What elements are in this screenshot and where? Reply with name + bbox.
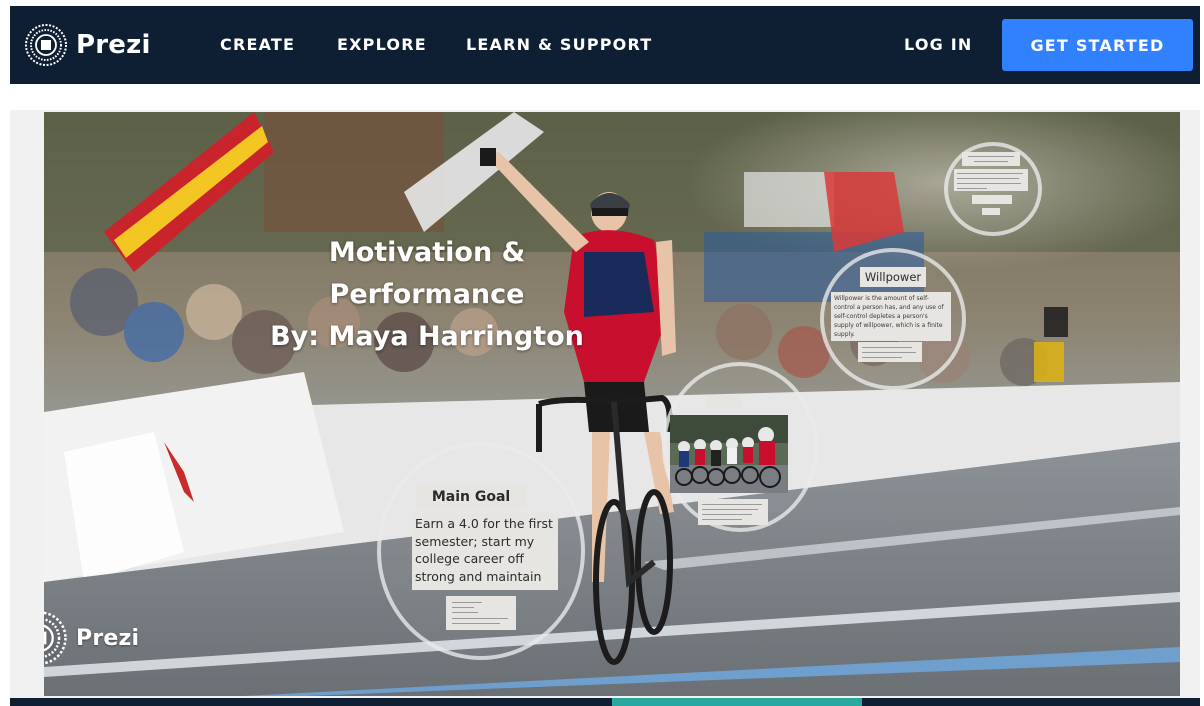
- title-line-1: Motivation &: [328, 237, 526, 268]
- prezi-logo[interactable]: Prezi: [24, 24, 151, 66]
- watermark-text: Prezi: [76, 625, 140, 651]
- cyclists-photo: [670, 415, 788, 493]
- nav-explore[interactable]: EXPLORE: [337, 35, 427, 54]
- main-goal-notes-card: [446, 596, 516, 630]
- main-goal-label: Main Goal: [416, 485, 526, 509]
- main-goal-text: Earn a 4.0 for the first semester; start…: [412, 513, 558, 590]
- nav-learn-support[interactable]: LEARN & SUPPORT: [466, 35, 652, 54]
- prezi-watermark-icon: [44, 611, 67, 665]
- title-line-2: Performance: [329, 279, 525, 310]
- bottom-accent-bar: [612, 698, 862, 706]
- stage-prezi-watermark[interactable]: Prezi: [44, 610, 139, 666]
- willpower-notes-card: [858, 342, 922, 362]
- get-started-button[interactable]: GET STARTED: [1002, 19, 1193, 71]
- willpower-text: Willpower is the amount of self-control …: [831, 292, 951, 341]
- presentation-title: Motivation & Performance By: Maya Harrin…: [262, 232, 592, 358]
- small-frame-note-2: [982, 208, 1000, 215]
- logo-text: Prezi: [76, 30, 151, 60]
- presentation-canvas[interactable]: Motivation & Performance By: Maya Harrin…: [44, 112, 1180, 696]
- photo-caption-card: [706, 395, 742, 407]
- willpower-label: Willpower: [860, 267, 926, 287]
- prezi-logo-icon: [25, 24, 67, 66]
- photo-notes-card: [698, 499, 768, 525]
- title-line-3: By: Maya Harrington: [270, 321, 584, 352]
- small-frame-note-1: [972, 195, 1012, 204]
- small-frame-title-card: [962, 152, 1020, 166]
- small-frame-text-card: [954, 169, 1028, 191]
- top-navigation-bar: Prezi CREATE EXPLORE LEARN & SUPPORT LOG…: [10, 6, 1200, 84]
- login-link[interactable]: LOG IN: [904, 35, 972, 54]
- nav-create[interactable]: CREATE: [220, 35, 295, 54]
- bottom-toolbar-strip: [10, 698, 1200, 706]
